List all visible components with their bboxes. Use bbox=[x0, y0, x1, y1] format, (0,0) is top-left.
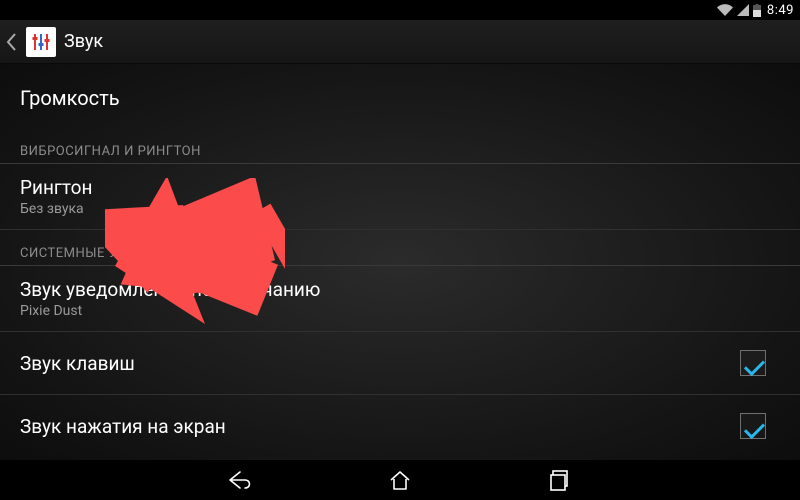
pref-ringtone-summary: Без звука bbox=[20, 201, 92, 217]
back-icon[interactable] bbox=[4, 33, 18, 51]
pref-volume-label: Громкость bbox=[20, 86, 120, 110]
pref-touch-sounds-title: Звук нажатия на экран bbox=[20, 415, 226, 438]
navigation-bar bbox=[0, 460, 800, 500]
battery-icon bbox=[753, 4, 761, 17]
status-time: 8:49 bbox=[767, 3, 794, 18]
page-title: Звук bbox=[64, 31, 103, 52]
nav-back-button[interactable] bbox=[220, 460, 260, 500]
checkbox-dialpad-tones[interactable] bbox=[740, 350, 766, 376]
pref-ringtone-title: Рингтон bbox=[20, 176, 92, 199]
app-icon[interactable] bbox=[26, 27, 56, 57]
signal-icon bbox=[737, 4, 749, 16]
action-bar: Звук bbox=[0, 20, 800, 64]
section-vibe-ringtone: ВИБРОСИГНАЛ И РИНГТОН bbox=[0, 128, 800, 164]
checkbox-touch-sounds[interactable] bbox=[740, 413, 766, 439]
pref-ringtone[interactable]: Рингтон Без звука bbox=[0, 164, 800, 230]
nav-home-button[interactable] bbox=[380, 460, 420, 500]
pref-dialpad-tones-title: Звук клавиш bbox=[20, 352, 135, 375]
pref-touch-sounds[interactable]: Звук нажатия на экран bbox=[0, 395, 800, 457]
nav-recents-button[interactable] bbox=[540, 460, 580, 500]
section-system-notifications: СИСТЕМНЫЕ УВЕДОМЛЕНИЯ bbox=[0, 230, 800, 266]
pref-volume[interactable]: Громкость bbox=[0, 68, 800, 128]
wifi-icon bbox=[717, 4, 733, 16]
pref-default-notification-title: Звук уведомлений по умолчанию bbox=[20, 278, 320, 301]
pref-dialpad-tones[interactable]: Звук клавиш bbox=[0, 332, 800, 395]
pref-default-notification[interactable]: Звук уведомлений по умолчанию Pixie Dust bbox=[0, 266, 800, 332]
settings-list: Громкость ВИБРОСИГНАЛ И РИНГТОН Рингтон … bbox=[0, 64, 800, 460]
status-bar: 8:49 bbox=[0, 0, 800, 20]
pref-default-notification-summary: Pixie Dust bbox=[20, 303, 320, 319]
